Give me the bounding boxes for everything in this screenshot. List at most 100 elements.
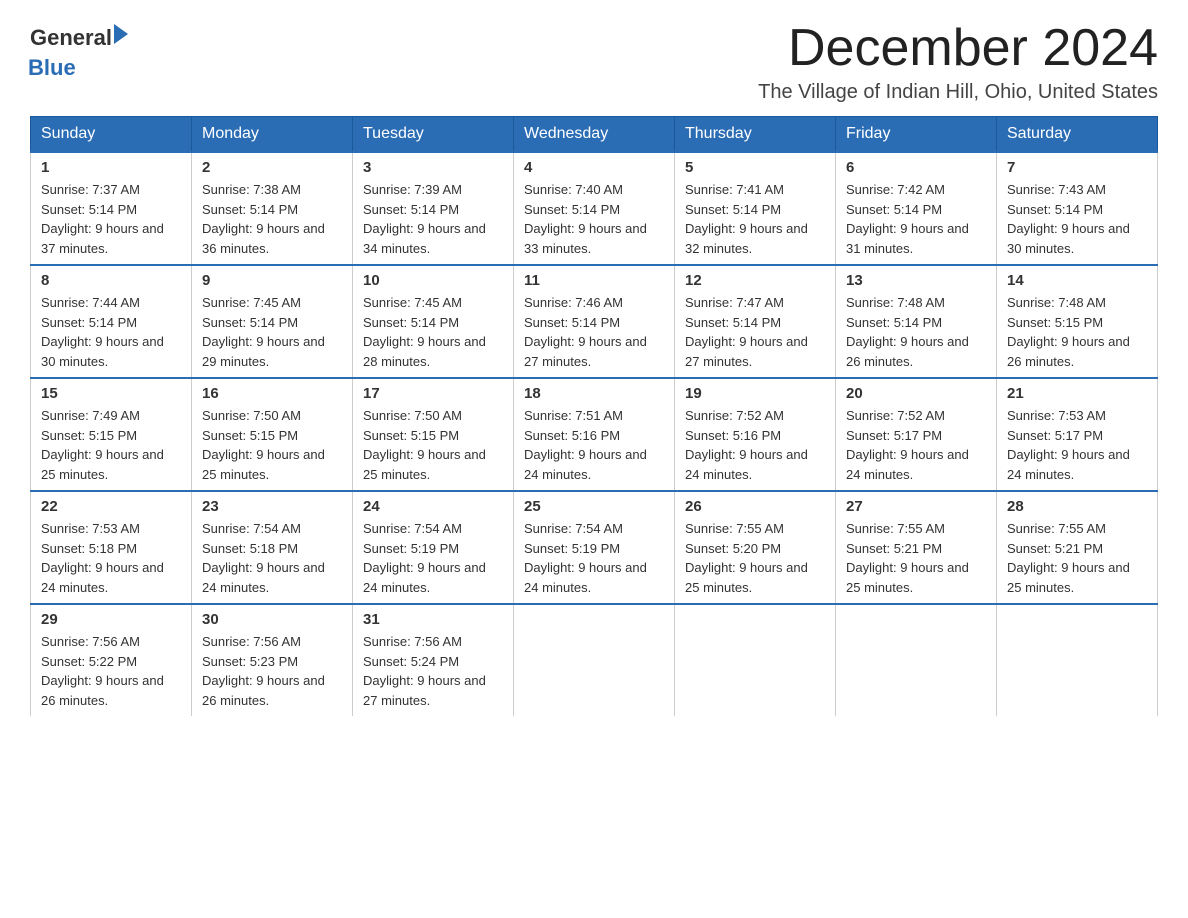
day-number: 9 bbox=[202, 272, 342, 289]
day-number: 6 bbox=[846, 159, 986, 176]
day-number: 11 bbox=[524, 272, 664, 289]
logo-general-text: General bbox=[30, 25, 112, 51]
calendar-cell: 25 Sunrise: 7:54 AMSunset: 5:19 PMDayligh… bbox=[514, 491, 675, 604]
calendar-cell bbox=[836, 604, 997, 716]
calendar-cell: 21Sunrise: 7:53 AMSunset: 5:17 PMDayligh… bbox=[997, 378, 1158, 491]
day-info: Sunrise: 7:55 AMSunset: 5:21 PMDaylight:… bbox=[1007, 519, 1147, 597]
calendar-cell: 14Sunrise: 7:48 AMSunset: 5:15 PMDayligh… bbox=[997, 265, 1158, 378]
day-header-tuesday: Tuesday bbox=[353, 117, 514, 153]
day-info: Sunrise: 7:53 AMSunset: 5:17 PMDaylight:… bbox=[1007, 406, 1147, 484]
calendar-cell: 22 Sunrise: 7:53 AMSunset: 5:18 PMDayligh… bbox=[31, 491, 192, 604]
day-info: Sunrise: 7:56 AMSunset: 5:24 PMDaylight:… bbox=[363, 632, 503, 710]
calendar-cell: 4 Sunrise: 7:40 AMSunset: 5:14 PMDaylight… bbox=[514, 152, 675, 265]
calendar-cell: 27 Sunrise: 7:55 AMSunset: 5:21 PMDayligh… bbox=[836, 491, 997, 604]
calendar-table: SundayMondayTuesdayWednesdayThursdayFrid… bbox=[30, 116, 1158, 716]
day-number: 5 bbox=[685, 159, 825, 176]
day-number: 13 bbox=[846, 272, 986, 289]
day-info: Sunrise: 7:40 AMSunset: 5:14 PMDaylight:… bbox=[524, 180, 664, 258]
calendar-cell: 26Sunrise: 7:55 AMSunset: 5:20 PMDayligh… bbox=[675, 491, 836, 604]
day-info: Sunrise: 7:45 AMSunset: 5:14 PMDaylight:… bbox=[363, 293, 503, 371]
calendar-cell: 28 Sunrise: 7:55 AMSunset: 5:21 PMDayligh… bbox=[997, 491, 1158, 604]
day-info: Sunrise: 7:52 AMSunset: 5:16 PMDaylight:… bbox=[685, 406, 825, 484]
day-info: Sunrise: 7:43 AMSunset: 5:14 PMDaylight:… bbox=[1007, 180, 1147, 258]
calendar-cell bbox=[514, 604, 675, 716]
day-info: Sunrise: 7:49 AMSunset: 5:15 PMDaylight:… bbox=[41, 406, 181, 484]
day-info: Sunrise: 7:50 AMSunset: 5:15 PMDaylight:… bbox=[363, 406, 503, 484]
day-info: Sunrise: 7:46 AMSunset: 5:14 PMDaylight:… bbox=[524, 293, 664, 371]
calendar-cell: 18Sunrise: 7:51 AMSunset: 5:16 PMDayligh… bbox=[514, 378, 675, 491]
day-number: 31 bbox=[363, 611, 503, 628]
day-header-wednesday: Wednesday bbox=[514, 117, 675, 153]
day-number: 19 bbox=[685, 385, 825, 402]
calendar-cell: 3 Sunrise: 7:39 AMSunset: 5:14 PMDaylight… bbox=[353, 152, 514, 265]
calendar-cell: 17 Sunrise: 7:50 AMSunset: 5:15 PMDayligh… bbox=[353, 378, 514, 491]
day-header-monday: Monday bbox=[192, 117, 353, 153]
page-header: General Blue December 2024 The Village o… bbox=[30, 20, 1158, 104]
week-row-1: 1Sunrise: 7:37 AMSunset: 5:14 PMDaylight… bbox=[31, 152, 1158, 265]
day-number: 16 bbox=[202, 385, 342, 402]
day-info: Sunrise: 7:45 AMSunset: 5:14 PMDaylight:… bbox=[202, 293, 342, 371]
day-info: Sunrise: 7:53 AMSunset: 5:18 PMDaylight:… bbox=[41, 519, 181, 597]
calendar-cell: 24 Sunrise: 7:54 AMSunset: 5:19 PMDayligh… bbox=[353, 491, 514, 604]
calendar-cell: 31 Sunrise: 7:56 AMSunset: 5:24 PMDayligh… bbox=[353, 604, 514, 716]
day-number: 3 bbox=[363, 159, 503, 176]
calendar-cell: 23 Sunrise: 7:54 AMSunset: 5:18 PMDayligh… bbox=[192, 491, 353, 604]
week-row-5: 29Sunrise: 7:56 AMSunset: 5:22 PMDayligh… bbox=[31, 604, 1158, 716]
calendar-cell: 29Sunrise: 7:56 AMSunset: 5:22 PMDayligh… bbox=[31, 604, 192, 716]
day-number: 23 bbox=[202, 498, 342, 515]
logo: General Blue bbox=[30, 25, 128, 81]
title-block: December 2024 The Village of Indian Hill… bbox=[758, 20, 1158, 104]
day-info: Sunrise: 7:54 AMSunset: 5:19 PMDaylight:… bbox=[363, 519, 503, 597]
day-number: 4 bbox=[524, 159, 664, 176]
day-number: 15 bbox=[41, 385, 181, 402]
day-info: Sunrise: 7:50 AMSunset: 5:15 PMDaylight:… bbox=[202, 406, 342, 484]
calendar-cell: 10 Sunrise: 7:45 AMSunset: 5:14 PMDayligh… bbox=[353, 265, 514, 378]
calendar-cell: 6 Sunrise: 7:42 AMSunset: 5:14 PMDaylight… bbox=[836, 152, 997, 265]
calendar-cell: 8Sunrise: 7:44 AMSunset: 5:14 PMDaylight… bbox=[31, 265, 192, 378]
day-info: Sunrise: 7:54 AMSunset: 5:18 PMDaylight:… bbox=[202, 519, 342, 597]
day-info: Sunrise: 7:39 AMSunset: 5:14 PMDaylight:… bbox=[363, 180, 503, 258]
calendar-cell bbox=[675, 604, 836, 716]
calendar-body: 1Sunrise: 7:37 AMSunset: 5:14 PMDaylight… bbox=[31, 152, 1158, 716]
calendar-cell: 2Sunrise: 7:38 AMSunset: 5:14 PMDaylight… bbox=[192, 152, 353, 265]
day-number: 24 bbox=[363, 498, 503, 515]
location-subtitle: The Village of Indian Hill, Ohio, United… bbox=[758, 81, 1158, 104]
calendar-cell: 9 Sunrise: 7:45 AMSunset: 5:14 PMDaylight… bbox=[192, 265, 353, 378]
day-info: Sunrise: 7:48 AMSunset: 5:14 PMDaylight:… bbox=[846, 293, 986, 371]
day-info: Sunrise: 7:47 AMSunset: 5:14 PMDaylight:… bbox=[685, 293, 825, 371]
day-header-thursday: Thursday bbox=[675, 117, 836, 153]
week-row-4: 22 Sunrise: 7:53 AMSunset: 5:18 PMDayligh… bbox=[31, 491, 1158, 604]
day-number: 26 bbox=[685, 498, 825, 515]
calendar-cell: 20Sunrise: 7:52 AMSunset: 5:17 PMDayligh… bbox=[836, 378, 997, 491]
day-info: Sunrise: 7:41 AMSunset: 5:14 PMDaylight:… bbox=[685, 180, 825, 258]
calendar-cell: 11 Sunrise: 7:46 AMSunset: 5:14 PMDayligh… bbox=[514, 265, 675, 378]
day-header-sunday: Sunday bbox=[31, 117, 192, 153]
day-number: 14 bbox=[1007, 272, 1147, 289]
day-number: 10 bbox=[363, 272, 503, 289]
day-number: 25 bbox=[524, 498, 664, 515]
day-number: 28 bbox=[1007, 498, 1147, 515]
calendar-cell: 30Sunrise: 7:56 AMSunset: 5:23 PMDayligh… bbox=[192, 604, 353, 716]
day-header-friday: Friday bbox=[836, 117, 997, 153]
day-info: Sunrise: 7:56 AMSunset: 5:22 PMDaylight:… bbox=[41, 632, 181, 710]
day-info: Sunrise: 7:55 AMSunset: 5:21 PMDaylight:… bbox=[846, 519, 986, 597]
calendar-cell: 16 Sunrise: 7:50 AMSunset: 5:15 PMDayligh… bbox=[192, 378, 353, 491]
day-info: Sunrise: 7:42 AMSunset: 5:14 PMDaylight:… bbox=[846, 180, 986, 258]
week-row-2: 8Sunrise: 7:44 AMSunset: 5:14 PMDaylight… bbox=[31, 265, 1158, 378]
day-number: 27 bbox=[846, 498, 986, 515]
day-number: 1 bbox=[41, 159, 181, 176]
day-headers-row: SundayMondayTuesdayWednesdayThursdayFrid… bbox=[31, 117, 1158, 153]
calendar-cell: 13 Sunrise: 7:48 AMSunset: 5:14 PMDayligh… bbox=[836, 265, 997, 378]
day-info: Sunrise: 7:44 AMSunset: 5:14 PMDaylight:… bbox=[41, 293, 181, 371]
day-number: 17 bbox=[363, 385, 503, 402]
day-number: 22 bbox=[41, 498, 181, 515]
day-number: 2 bbox=[202, 159, 342, 176]
calendar-cell: 7Sunrise: 7:43 AMSunset: 5:14 PMDaylight… bbox=[997, 152, 1158, 265]
day-number: 12 bbox=[685, 272, 825, 289]
day-number: 20 bbox=[846, 385, 986, 402]
day-number: 18 bbox=[524, 385, 664, 402]
day-info: Sunrise: 7:54 AMSunset: 5:19 PMDaylight:… bbox=[524, 519, 664, 597]
calendar-cell: 12 Sunrise: 7:47 AMSunset: 5:14 PMDayligh… bbox=[675, 265, 836, 378]
logo-blue-text: Blue bbox=[28, 55, 128, 81]
week-row-3: 15 Sunrise: 7:49 AMSunset: 5:15 PMDayligh… bbox=[31, 378, 1158, 491]
